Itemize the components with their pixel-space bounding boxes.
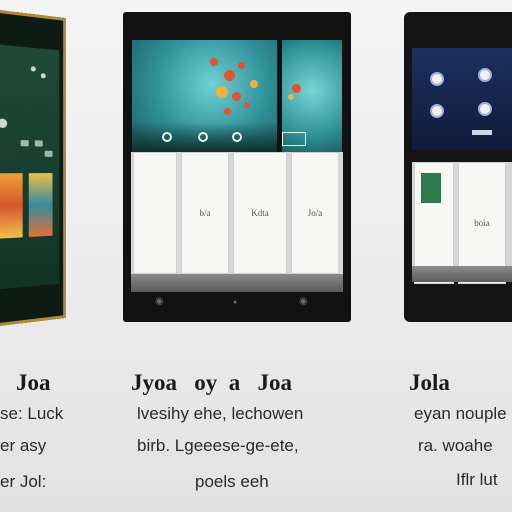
photo-tile[interactable] xyxy=(0,173,23,239)
flower-graphic xyxy=(238,62,245,69)
flower-graphic xyxy=(232,92,241,101)
app-icon[interactable] xyxy=(20,140,29,147)
app-icon[interactable] xyxy=(478,68,492,82)
menu-button-icon[interactable]: ◉ xyxy=(299,296,308,307)
flower-graphic xyxy=(210,58,218,66)
center-panel-strip: b/a Kdta Jo/a xyxy=(131,152,343,282)
floor-reflection xyxy=(131,274,343,292)
panel-label: Kdta xyxy=(251,208,269,218)
right-tablet: boia xyxy=(404,12,512,322)
panel-card[interactable]: Jo/a xyxy=(291,152,339,274)
photo-tile[interactable] xyxy=(28,173,53,238)
app-icon[interactable] xyxy=(34,140,43,147)
back-button-icon[interactable]: ◉ xyxy=(155,296,164,307)
settings-icon[interactable] xyxy=(232,132,242,142)
center-main-screen xyxy=(132,40,277,152)
panel-label: Jo/a xyxy=(307,208,323,218)
center-caption-title: Jyoa oy a Joa xyxy=(131,370,292,395)
flower-graphic xyxy=(216,86,228,98)
right-main-screen xyxy=(412,48,512,150)
flower-graphic xyxy=(224,70,235,81)
panel-label: boia xyxy=(474,218,490,228)
record-icon[interactable] xyxy=(198,132,208,142)
left-caption-line: se: Luck xyxy=(0,404,64,423)
app-label-bar xyxy=(472,130,492,135)
center-caption-line: lvesihy ehe, lechowen xyxy=(137,404,304,423)
center-caption-line: poels eeh xyxy=(195,472,269,491)
right-panel-strip: boia xyxy=(412,162,512,284)
panel-label: b/a xyxy=(199,208,211,218)
right-caption-title: Jola xyxy=(409,370,450,395)
app-icon[interactable] xyxy=(44,150,53,157)
center-side-screen xyxy=(282,40,342,152)
flower-graphic xyxy=(250,80,258,88)
app-icon[interactable] xyxy=(430,72,444,86)
floor-reflection xyxy=(412,266,512,282)
left-caption-line: er Jol: xyxy=(0,472,47,491)
home-button-icon[interactable]: ● xyxy=(233,298,237,306)
app-icon[interactable] xyxy=(478,102,492,116)
left-tablet-screen xyxy=(0,44,60,290)
left-caption-title: Joa xyxy=(16,370,51,395)
panel-card[interactable]: Kdta xyxy=(233,152,287,274)
status-dot-icon xyxy=(40,73,46,79)
green-card-icon xyxy=(421,173,441,203)
panel-card[interactable]: b/a xyxy=(181,152,229,274)
flower-graphic xyxy=(244,102,250,108)
app-icon[interactable] xyxy=(430,104,444,118)
status-dot-icon xyxy=(30,66,36,72)
flower-graphic xyxy=(288,94,294,100)
left-caption-line: er asy xyxy=(0,436,47,455)
app-icon[interactable] xyxy=(0,118,8,129)
flower-graphic xyxy=(292,84,301,93)
play-icon[interactable] xyxy=(162,132,172,142)
left-tablet xyxy=(0,8,67,328)
panel-card[interactable] xyxy=(133,152,177,274)
flower-graphic xyxy=(224,108,231,115)
right-caption-line: ra. woahe xyxy=(418,436,493,455)
right-caption-line: eyan nouple xyxy=(414,404,507,423)
center-caption-line: birb. Lgeeese-ge-ete, xyxy=(137,436,299,455)
thumbnail-icon[interactable] xyxy=(282,132,306,146)
center-tablet: b/a Kdta Jo/a ◉ ● ◉ xyxy=(123,12,351,322)
right-caption-line: Iflr lut xyxy=(456,470,498,489)
